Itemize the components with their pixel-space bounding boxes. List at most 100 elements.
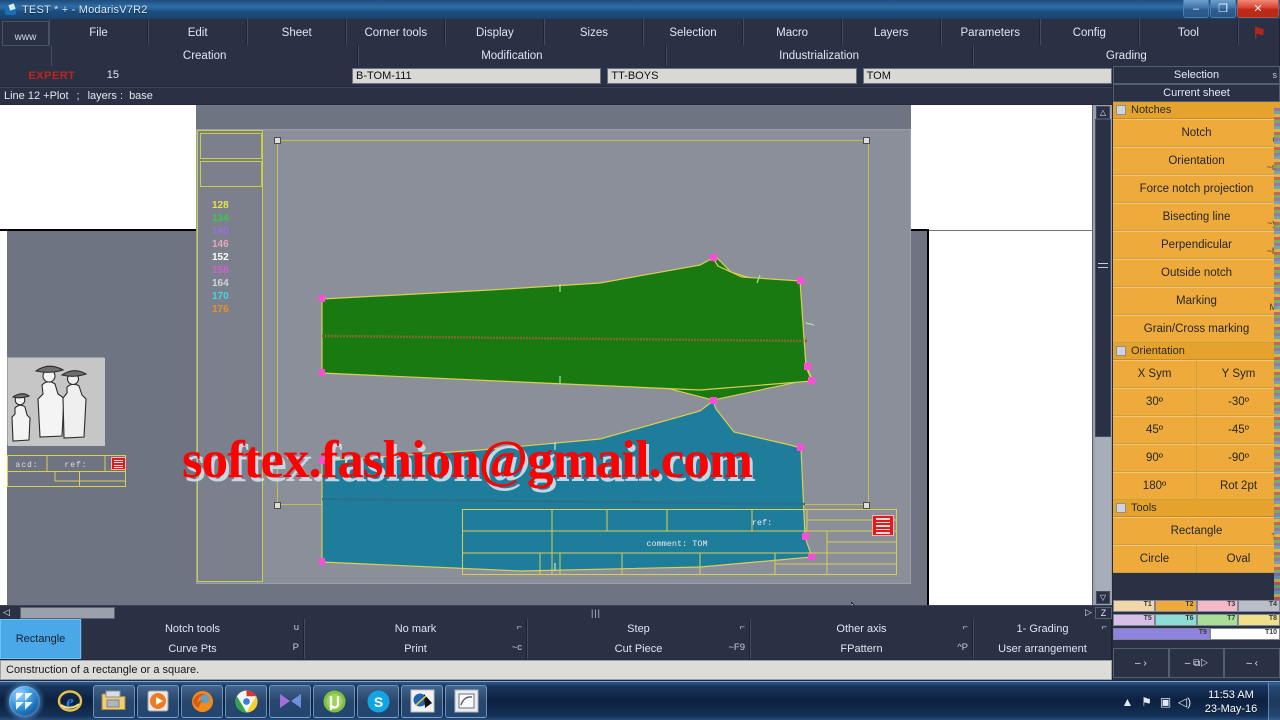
checkbox-icon[interactable] — [1116, 503, 1126, 513]
title-block[interactable]: ref: comment: TOM — [462, 509, 897, 575]
minimize-button[interactable]: – — [1183, 0, 1209, 18]
mode-tab-creation[interactable]: Creation — [51, 45, 359, 66]
taskbar-item-windows-explorer[interactable] — [93, 684, 135, 718]
function-button-other-axis[interactable]: Other axis ⌐ — [750, 619, 973, 639]
right-panel-group-orientation[interactable]: Orientation — [1113, 343, 1280, 360]
menu-item-layers[interactable]: Layers — [841, 19, 941, 47]
menu-item-macro[interactable]: Macro — [742, 19, 842, 47]
piece-field[interactable]: TOM — [862, 68, 1112, 84]
www-button[interactable]: www — [2, 21, 49, 46]
collection-field[interactable]: TT-BOYS — [607, 68, 857, 84]
hscroll-thumb[interactable] — [20, 606, 115, 619]
right-panel-selection-header[interactable]: Selection s — [1113, 66, 1280, 84]
active-tool-button[interactable]: Rectangle — [0, 619, 81, 659]
right-panel-button-rectangle[interactable]: RectangleT — [1113, 517, 1280, 545]
taskbar-item-internet-explorer[interactable]: e — [49, 685, 91, 718]
size-field[interactable]: 15 — [103, 68, 347, 84]
mode-tab-industrialization[interactable]: Industrialization — [665, 45, 973, 66]
right-panel-button-180[interactable]: 180º — [1113, 472, 1196, 500]
layer-nav-button[interactable]: – ‹ — [1224, 648, 1280, 678]
right-panel-group-tools[interactable]: Tools — [1113, 500, 1280, 517]
taskbar-item-chrome[interactable] — [225, 684, 267, 718]
menu-item-tool[interactable]: Tool — [1138, 19, 1238, 47]
zoom-button[interactable]: Z — [1095, 606, 1112, 619]
right-panel-button-45[interactable]: 45º — [1113, 416, 1196, 444]
mode-tab-grading[interactable]: Grading — [972, 45, 1280, 66]
vscroll-down-arrow[interactable]: ▽ — [1096, 591, 1110, 604]
right-panel-button-grain-cross-marking[interactable]: Grain/Cross marking — [1113, 315, 1280, 343]
restore-button[interactable]: ❐ — [1210, 0, 1236, 18]
function-button-1-grading[interactable]: 1- Grading ⌐ — [973, 619, 1112, 639]
function-button-fpattern[interactable]: FPattern ^P — [750, 639, 973, 659]
function-button-print[interactable]: Print ~c — [304, 639, 527, 659]
function-button-no-mark[interactable]: No mark ⌐ — [304, 619, 527, 639]
layer-swatch[interactable]: T8 — [1238, 614, 1280, 626]
function-button-curve-pts[interactable]: Curve Pts P — [81, 639, 304, 659]
menu-flag-button[interactable]: ⚑ — [1237, 19, 1280, 47]
close-button[interactable]: ✕ — [1237, 0, 1279, 18]
function-button-step[interactable]: Step ⌐ — [527, 619, 750, 639]
pattern-piece-green-outline[interactable] — [321, 257, 813, 391]
menu-item-corner-tools[interactable]: Corner tools — [346, 19, 446, 47]
menu-item-parameters[interactable]: Parameters — [940, 19, 1040, 47]
checkbox-icon[interactable] — [1116, 346, 1126, 356]
menu-item-edit[interactable]: Edit — [148, 19, 248, 47]
vscroll-thumb[interactable] — [1095, 119, 1111, 437]
function-button-cut-piece[interactable]: Cut Piece ~F9 — [527, 639, 750, 659]
right-panel-button-force-notch-projection[interactable]: Force notch projection — [1113, 175, 1280, 203]
hscroll-grip[interactable]: ||| — [591, 608, 601, 618]
right-panel-button-90[interactable]: 90º — [1113, 444, 1196, 472]
right-panel-button-orientation[interactable]: Orientation ~u — [1113, 147, 1280, 175]
show-desktop-button[interactable] — [1268, 683, 1280, 720]
layer-swatch[interactable]: T3 — [1196, 600, 1239, 612]
menu-item-file[interactable]: File — [49, 19, 149, 47]
vscroll-up-arrow[interactable]: △ — [1096, 106, 1110, 119]
canvas-vertical-scrollbar[interactable]: △ ▽ — [1092, 105, 1112, 605]
right-panel-button-outside-notch[interactable]: Outside notch — [1113, 259, 1280, 287]
right-panel-button-45[interactable]: -45º — [1196, 416, 1280, 444]
thumbnail-red-marker[interactable] — [111, 457, 126, 470]
mode-tab-modification[interactable]: Modification — [358, 45, 666, 66]
menu-item-selection[interactable]: Selection — [643, 19, 743, 47]
vscroll-grip[interactable] — [1098, 263, 1108, 271]
menu-item-sizes[interactable]: Sizes — [544, 19, 644, 47]
checkbox-icon[interactable] — [1116, 105, 1126, 115]
layer-swatch[interactable]: T1 — [1113, 600, 1155, 612]
layer-swatch[interactable]: T7 — [1196, 614, 1239, 626]
right-panel-button-marking[interactable]: MarkingM — [1113, 287, 1280, 315]
clock[interactable]: 11:53 AM 23-May-16 — [1194, 688, 1268, 716]
taskbar-item-firefox[interactable] — [181, 684, 223, 718]
hscroll-left-arrow[interactable]: ◁ — [0, 607, 13, 619]
hscroll-trough[interactable]: ||| — [13, 606, 1082, 619]
start-button[interactable] — [1, 683, 47, 720]
right-panel-current-sheet-header[interactable]: Current sheet — [1113, 84, 1280, 102]
layer-nav-button[interactable]: – › — [1113, 648, 1169, 678]
function-button-notch-tools[interactable]: Notch tools u — [81, 619, 304, 639]
right-panel-button-90[interactable]: -90º — [1196, 444, 1280, 472]
volume-icon[interactable]: ◁) — [1175, 682, 1194, 720]
right-panel-button-rot-2pt[interactable]: Rot 2pt — [1196, 472, 1280, 500]
model-field[interactable]: B-TOM-111 — [352, 68, 602, 84]
layer-swatch[interactable]: T2 — [1154, 600, 1197, 612]
menu-item-config[interactable]: Config — [1039, 19, 1139, 47]
display-icon[interactable]: ▣ — [1156, 682, 1175, 720]
right-panel-button-oval[interactable]: Oval — [1196, 545, 1280, 573]
right-panel-button-30[interactable]: 30º — [1113, 388, 1196, 416]
show-hidden-icons-button[interactable]: ▲ — [1118, 682, 1137, 720]
menu-item-display[interactable]: Display — [445, 19, 545, 47]
menu-item-sheet[interactable]: Sheet — [247, 19, 347, 47]
layer-nav-button[interactable]: – ⧉▷ — [1168, 648, 1225, 678]
title-block-red-marker[interactable] — [872, 515, 894, 536]
right-panel-button-x-sym[interactable]: X Sym — [1113, 360, 1196, 388]
right-panel-button-y-sym[interactable]: Y Sym — [1196, 360, 1280, 388]
layer-swatch[interactable]: T5 — [1113, 614, 1155, 626]
taskbar-item-modaris[interactable] — [401, 684, 443, 718]
function-button-user-arrangement[interactable]: User arrangement — [973, 639, 1112, 659]
layer-swatch[interactable]: T10 — [1209, 628, 1280, 640]
right-panel-button-circle[interactable]: Circle — [1113, 545, 1196, 573]
thumbnail-info-table[interactable]: acd: ref: — [7, 455, 127, 488]
layer-swatch[interactable]: T6 — [1154, 614, 1197, 626]
canvas-horizontal-scrollbar[interactable]: ◁ ||| ▷ Z — [0, 605, 1112, 619]
right-panel-button-30[interactable]: -30º — [1196, 388, 1280, 416]
right-panel-button-perpendicular[interactable]: Perpendicular ~h — [1113, 231, 1280, 259]
